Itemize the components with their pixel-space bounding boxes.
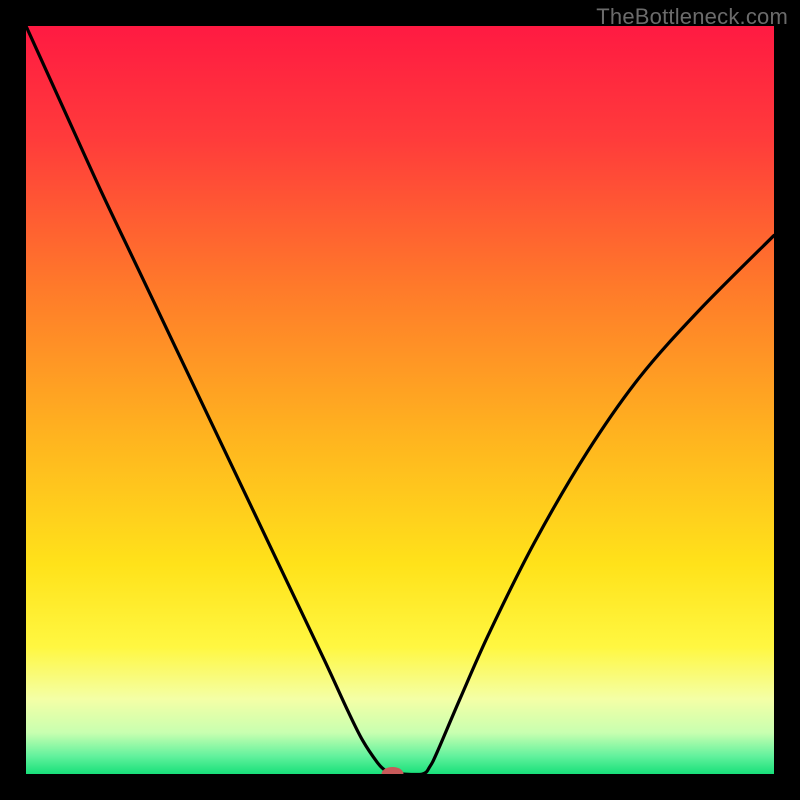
bottleneck-chart: [26, 26, 774, 774]
gradient-background: [26, 26, 774, 774]
chart-frame: TheBottleneck.com: [0, 0, 800, 800]
plot-area: [26, 26, 774, 774]
